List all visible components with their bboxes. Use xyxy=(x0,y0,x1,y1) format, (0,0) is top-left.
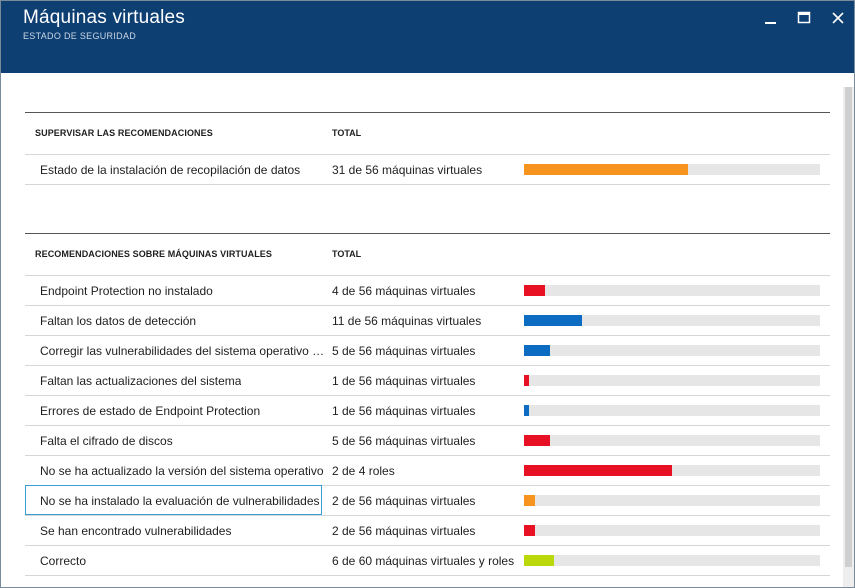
progress-bar-track xyxy=(524,164,820,175)
progress-bar-fill xyxy=(524,315,583,326)
minimize-button[interactable] xyxy=(761,9,779,27)
recommendation-total: 5 de 56 máquinas virtuales xyxy=(332,344,476,358)
recommendation-row[interactable]: Estado de la instalación de recopilación… xyxy=(25,155,830,185)
recommendation-row[interactable]: Falta el cifrado de discos 5 de 56 máquin… xyxy=(25,426,830,456)
close-button[interactable] xyxy=(829,9,847,27)
recommendation-name: No se ha actualizado la versión del sist… xyxy=(40,464,324,478)
recommendation-row[interactable]: Errores de estado de Endpoint Protection… xyxy=(25,396,830,426)
monitoring-rows: Estado de la instalación de recopilación… xyxy=(25,155,830,185)
recommendation-row[interactable]: Se han encontrado vulnerabilidades 2 de 5… xyxy=(25,516,830,546)
recommendation-total: 2 de 56 máquinas virtuales xyxy=(332,494,476,508)
column-header-total: TOTAL xyxy=(332,249,362,259)
recommendation-total: 1 de 56 máquinas virtuales xyxy=(332,374,476,388)
progress-bar-fill xyxy=(524,345,551,356)
recommendation-row[interactable]: No se ha actualizado la versión del sist… xyxy=(25,456,830,486)
vertical-scrollbar[interactable] xyxy=(843,87,854,587)
blade-subtitle: ESTADO DE SEGURIDAD xyxy=(23,31,137,41)
progress-bar-fill xyxy=(524,465,672,476)
column-header-total: TOTAL xyxy=(332,128,362,138)
progress-bar-track xyxy=(524,315,820,326)
blade-titlebar: Máquinas virtuales ESTADO DE SEGURIDAD xyxy=(1,1,854,73)
section-header: SUPERVISAR LAS RECOMENDACIONES TOTAL xyxy=(25,112,830,155)
recommendation-total: 11 de 56 máquinas virtuales xyxy=(332,314,482,328)
monitoring-recommendations-section: SUPERVISAR LAS RECOMENDACIONES TOTAL Est… xyxy=(25,112,830,185)
recommendation-name: Corregir las vulnerabilidades del sistem… xyxy=(40,344,325,358)
progress-bar-fill xyxy=(524,435,551,446)
blade-title: Máquinas virtuales xyxy=(23,7,186,28)
section-header: RECOMENDACIONES SOBRE MÁQUINAS VIRTUALES… xyxy=(25,233,830,276)
progress-bar-track xyxy=(524,555,820,566)
recommendation-row[interactable]: Corregir las vulnerabilidades del sistem… xyxy=(25,336,830,366)
progress-bar-track xyxy=(524,435,820,446)
progress-bar-track xyxy=(524,405,820,416)
recommendation-total: 31 de 56 máquinas virtuales xyxy=(332,163,483,177)
recommendation-name: Errores de estado de Endpoint Protection xyxy=(40,404,261,418)
recommendation-name: Estado de la instalación de recopilación… xyxy=(40,163,301,177)
recommendation-name: No se ha instalado la evaluación de vuln… xyxy=(40,494,320,508)
recommendation-total: 2 de 56 máquinas virtuales xyxy=(332,524,476,538)
recommendation-row[interactable]: No se ha instalado la evaluación de vuln… xyxy=(25,485,830,516)
recommendation-total: 2 de 4 roles xyxy=(332,464,395,478)
maximize-icon xyxy=(797,11,811,24)
progress-bar-fill xyxy=(524,405,530,416)
recommendation-total: 1 de 56 máquinas virtuales xyxy=(332,404,476,418)
progress-bar-track xyxy=(524,465,820,476)
minimize-icon xyxy=(765,22,776,24)
recommendation-name: Endpoint Protection no instalado xyxy=(40,284,213,298)
recommendation-name: Falta el cifrado de discos xyxy=(40,434,173,448)
vm-recommendations-section: RECOMENDACIONES SOBRE MÁQUINAS VIRTUALES… xyxy=(25,233,830,576)
close-icon xyxy=(832,12,844,24)
progress-bar-fill xyxy=(524,525,535,536)
recommendation-name: Faltan las actualizaciones del sistema xyxy=(40,374,242,388)
recommendation-name: Se han encontrado vulnerabilidades xyxy=(40,524,232,538)
recommendation-total: 5 de 56 máquinas virtuales xyxy=(332,434,476,448)
progress-bar-track xyxy=(524,375,820,386)
blade-content: SUPERVISAR LAS RECOMENDACIONES TOTAL Est… xyxy=(1,73,854,587)
vm-recommendation-rows: Endpoint Protection no instalado 4 de 56 … xyxy=(25,276,830,576)
column-header-name: SUPERVISAR LAS RECOMENDACIONES xyxy=(35,128,213,138)
progress-bar-track xyxy=(524,345,820,356)
progress-bar-fill xyxy=(524,495,535,506)
recommendation-name: Correcto xyxy=(40,554,87,568)
recommendation-row[interactable]: Faltan los datos de detección 11 de 56 má… xyxy=(25,306,830,336)
column-header-name: RECOMENDACIONES SOBRE MÁQUINAS VIRTUALES xyxy=(35,249,273,259)
progress-bar-fill xyxy=(524,375,530,386)
maximize-button[interactable] xyxy=(795,9,813,27)
progress-bar-fill xyxy=(524,164,688,175)
recommendation-name: Faltan los datos de detección xyxy=(40,314,197,328)
recommendation-row[interactable]: Correcto 6 de 60 máquinas virtuales y rol… xyxy=(25,546,830,576)
scrollbar-thumb[interactable] xyxy=(845,87,852,567)
security-health-blade: Máquinas virtuales ESTADO DE SEGURIDAD S… xyxy=(0,0,855,588)
recommendation-total: 6 de 60 máquinas virtuales y roles xyxy=(332,554,515,568)
progress-bar-track xyxy=(524,285,820,296)
progress-bar-track xyxy=(524,525,820,536)
progress-bar-fill xyxy=(524,285,546,296)
recommendation-total: 4 de 56 máquinas virtuales xyxy=(332,284,476,298)
progress-bar-fill xyxy=(524,555,554,566)
recommendation-row[interactable]: Endpoint Protection no instalado 4 de 56 … xyxy=(25,276,830,306)
progress-bar-track xyxy=(524,495,820,506)
recommendation-row[interactable]: Faltan las actualizaciones del sistema 1 … xyxy=(25,366,830,396)
